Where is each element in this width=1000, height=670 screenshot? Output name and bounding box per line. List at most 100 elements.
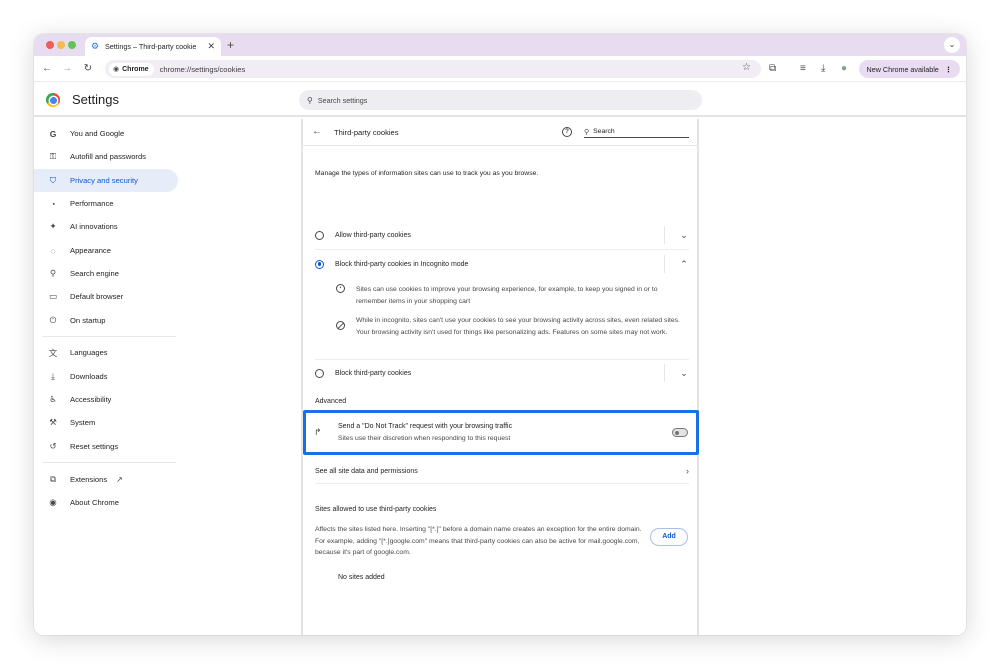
sidebar-item-label: Reset settings [70, 442, 119, 451]
bookmark-star-icon[interactable]: ☆ [742, 62, 751, 73]
sidebar-item-ai-innovations[interactable]: ✦ AI innovations [34, 215, 178, 238]
incognito-detail-cookies: • Sites can use cookies to improve your … [336, 284, 688, 307]
key-icon: ⚿ [49, 151, 57, 161]
do-not-track-row[interactable]: ↱ Send a "Do Not Track" request with you… [303, 410, 699, 455]
extensions-puzzle-icon[interactable]: ⧉ [769, 62, 776, 76]
add-site-button[interactable]: Add [650, 528, 688, 546]
separator [664, 255, 665, 273]
sidebar-item-system[interactable]: ⚒ System [34, 411, 178, 434]
external-link-icon: ↗ [116, 475, 123, 484]
new-tab-button[interactable]: + [227, 37, 234, 53]
sidebar-item-privacy-and-security[interactable]: ⛉ Privacy and security [34, 169, 178, 192]
chevron-up-icon[interactable]: ⌃ [679, 259, 689, 270]
option-block-third-party-cookies[interactable]: Block third-party cookies ⌄ [315, 359, 689, 387]
sidebar-item-default-browser[interactable]: ▭ Default browser [34, 285, 178, 308]
toggle-knob [675, 430, 679, 435]
row-divider [315, 483, 689, 484]
download-icon: ⤓ [51, 371, 55, 381]
reload-icon[interactable]: ↻ [81, 61, 95, 77]
download-icon[interactable]: ⤓ [821, 62, 825, 76]
menu-dots-icon[interactable]: ⋮ [945, 65, 952, 74]
do-not-track-toggle[interactable] [672, 428, 688, 437]
sidebar-item-autofill[interactable]: ⚿ Autofill and passwords [34, 145, 178, 168]
reset-icon: ↺ [49, 441, 57, 451]
power-icon: ⏻ [49, 315, 57, 325]
sparkle-icon: ✦ [49, 221, 57, 231]
sidebar-item-appearance[interactable]: ◌ Appearance [34, 239, 178, 262]
sidebar-item-about-chrome[interactable]: ◉ About Chrome [34, 491, 178, 514]
dnt-title: Send a "Do Not Track" request with your … [338, 423, 513, 430]
address-bar[interactable]: ◉ Chrome chrome://settings/cookies ☆ [105, 60, 761, 78]
speedometer-icon: ◔ [50, 198, 56, 209]
card-search-placeholder: Search [593, 128, 615, 135]
update-label: New Chrome available [866, 64, 939, 74]
sidebar-item-languages[interactable]: 文 Languages [34, 341, 178, 364]
sidebar-item-you-and-google[interactable]: G You and Google [34, 122, 178, 145]
card-search-input[interactable]: ⚲ Search [584, 126, 689, 138]
browser-tab-settings[interactable]: ⚙ Settings – Third-party cookie ✕ [85, 37, 221, 56]
see-all-site-data-link[interactable]: See all site data and permissions › [315, 459, 689, 483]
chevron-down-icon[interactable]: ⌄ [679, 368, 689, 379]
search-icon: ⚲ [307, 95, 313, 105]
new-chrome-available-button[interactable]: New Chrome available ⋮ [858, 60, 960, 78]
forward-arrow-icon[interactable]: → [60, 61, 74, 77]
browser-toolbar: ← → ↻ ◉ Chrome chrome://settings/cookies… [34, 56, 966, 82]
site-info-chip[interactable]: ◉ Chrome [109, 62, 154, 76]
allowed-sites-description: Affects the sites listed here. Inserting… [315, 526, 642, 556]
card-header: ← Third-party cookies ? ⚲ Search [303, 119, 699, 146]
settings-sidebar: G You and Google ⚿ Autofill and password… [34, 119, 184, 635]
separator [664, 226, 665, 244]
help-icon[interactable]: ? [562, 127, 572, 137]
sidebar-item-label: Autofill and passwords [70, 152, 146, 161]
sidebar-item-label: Extensions [70, 475, 108, 484]
back-arrow-icon[interactable]: ← [40, 61, 54, 77]
maximize-window-button[interactable] [68, 41, 76, 49]
palette-icon: ◌ [50, 245, 56, 256]
option-allow-third-party-cookies[interactable]: Allow third-party cookies ⌄ [315, 221, 689, 249]
incognito-detail-blocking: While in incognito, sites can't use your… [336, 315, 688, 338]
option-block-in-incognito[interactable]: Block third-party cookies in Incognito m… [315, 250, 689, 278]
do-not-track-icon: ↱ [314, 427, 322, 437]
back-arrow-icon[interactable]: ← [312, 126, 322, 137]
chevron-right-icon: › [686, 466, 689, 476]
tab-title: Settings – Third-party cookie [105, 42, 197, 51]
tab-close-icon[interactable]: ✕ [207, 41, 215, 52]
radio-allow[interactable] [315, 230, 324, 240]
browser-window: ⚙ Settings – Third-party cookie ✕ + ⌄ ← … [34, 34, 966, 635]
sidebar-item-search-engine[interactable]: ⚲ Search engine [34, 262, 178, 285]
sidebar-item-extensions[interactable]: ⧉ Extensions ↗ [34, 468, 178, 491]
see-all-label: See all site data and permissions [315, 467, 418, 475]
chevron-down-icon[interactable]: ⌄ [679, 230, 689, 241]
allowed-sites-heading: Sites allowed to use third-party cookies [315, 506, 437, 513]
detail-text: While in incognito, sites can't use your… [356, 317, 680, 336]
sidebar-item-accessibility[interactable]: ♿ Accessibility [34, 388, 178, 411]
sidebar-item-downloads[interactable]: ⤓ Downloads [34, 365, 178, 388]
sidebar-item-performance[interactable]: ◔ Performance [34, 192, 178, 215]
sidebar-item-label: Accessibility [70, 395, 112, 404]
settings-search-input[interactable]: ⚲ Search settings [299, 90, 702, 110]
tab-search-dropdown-icon[interactable]: ⌄ [944, 37, 960, 53]
radio-block-all[interactable] [315, 368, 324, 378]
sidebar-item-label: Search engine [70, 269, 119, 278]
google-icon: G [49, 128, 57, 139]
page-description: Manage the types of information sites ca… [315, 170, 539, 177]
sidebar-item-on-startup[interactable]: ⏻ On startup [34, 309, 178, 332]
reading-list-icon[interactable]: ≡ [800, 62, 806, 76]
block-icon [336, 321, 345, 330]
url-text[interactable]: chrome://settings/cookies [160, 65, 246, 74]
sidebar-item-reset-settings[interactable]: ↺ Reset settings [34, 435, 178, 458]
search-icon: ⚲ [49, 268, 57, 278]
sidebar-item-label: System [70, 418, 96, 427]
sidebar-item-label: Downloads [70, 372, 108, 381]
sidebar-item-label: Privacy and security [70, 176, 138, 185]
translate-icon: 文 [48, 347, 58, 358]
third-party-cookies-card: ← Third-party cookies ? ⚲ Search Manage … [301, 119, 699, 635]
profile-avatar-icon[interactable]: ● [841, 62, 847, 76]
minimize-window-button[interactable] [57, 41, 65, 49]
dnt-subtitle: Sites use their discretion when respondi… [338, 435, 511, 442]
browser-window-icon: ▭ [48, 291, 58, 301]
shield-icon: ⛉ [49, 175, 57, 185]
gear-icon: ⚙ [91, 41, 100, 51]
close-window-button[interactable] [46, 41, 54, 49]
radio-block-incognito[interactable] [315, 259, 324, 269]
